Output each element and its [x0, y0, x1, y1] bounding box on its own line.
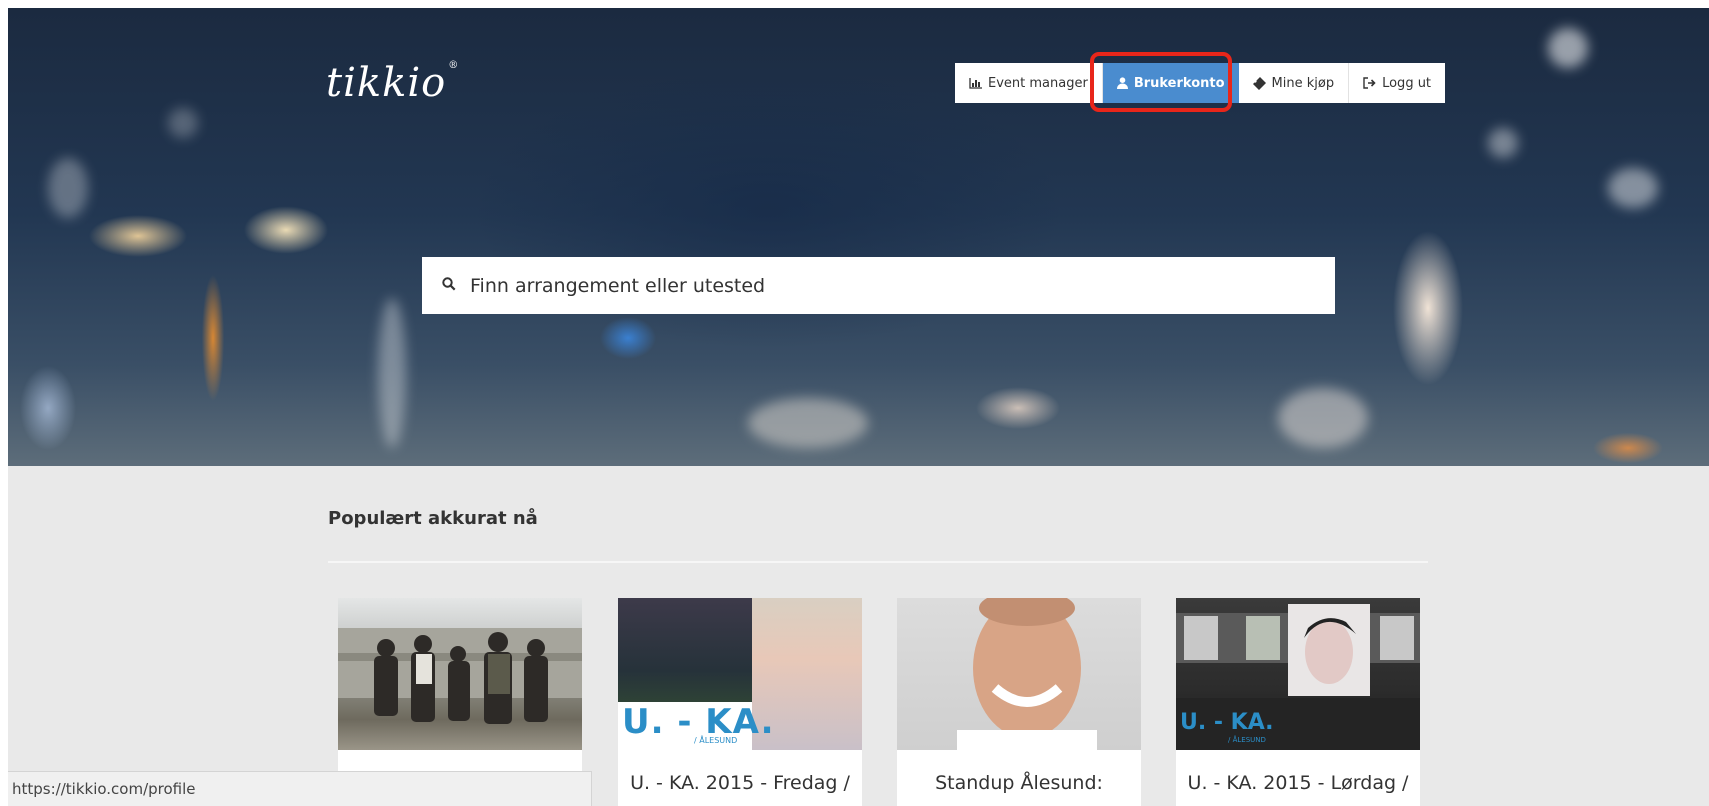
search-bar[interactable]	[422, 257, 1335, 314]
browser-viewport: tikkio ® Event manager Brukerkonto Mine k…	[8, 8, 1709, 806]
mine-kjop-button[interactable]: Mine kjøp	[1238, 63, 1350, 103]
event-card[interactable]: U. - KA. / ÅLESUND U. - KA. 2015 - Lørda…	[1176, 598, 1420, 806]
event-title: U. - KA. 2015 - Fredag /	[630, 772, 850, 794]
event-title: Standup Ålesund:	[935, 772, 1103, 794]
user-icon	[1116, 77, 1128, 89]
hero-banner: tikkio ® Event manager Brukerkonto Mine k…	[8, 8, 1709, 466]
bokeh-light	[168, 108, 198, 138]
event-manager-button[interactable]: Event manager	[955, 63, 1103, 103]
search-input[interactable]	[468, 273, 1322, 298]
logg-ut-label: Logg ut	[1382, 75, 1432, 91]
popular-section-title: Populært akkurat nå	[328, 508, 538, 529]
bokeh-light	[1488, 128, 1518, 158]
section-divider	[328, 561, 1428, 563]
bokeh-light	[1278, 388, 1368, 448]
event-card[interactable]: Standup Ålesund:	[897, 598, 1141, 806]
uka-badge: U. - KA.	[1180, 710, 1274, 735]
logout-icon	[1363, 77, 1376, 89]
bokeh-light	[748, 398, 868, 448]
browser-status-bar: https://tikkio.com/profile	[8, 771, 592, 806]
bokeh-light	[378, 298, 406, 448]
mine-kjop-label: Mine kjøp	[1271, 75, 1335, 91]
bokeh-light	[1608, 168, 1658, 208]
event-card[interactable]: U. - KA. / ÅLESUND U. - KA. 2015 - Freda…	[618, 598, 862, 806]
top-nav: Event manager Brukerkonto Mine kjøp Logg…	[955, 63, 1446, 103]
event-image-standup	[897, 598, 1141, 750]
brukerkonto-label: Brukerkonto	[1133, 75, 1225, 91]
event-image-uka-fredag: U. - KA. / ÅLESUND	[618, 598, 862, 750]
event-title: U. - KA. 2015 - Lørdag /	[1187, 772, 1409, 794]
search-icon	[442, 276, 456, 295]
bokeh-light	[48, 158, 88, 218]
event-image-uka-lordag: U. - KA. / ÅLESUND	[1176, 598, 1420, 750]
event-manager-label: Event manager	[988, 75, 1088, 91]
registered-mark: ®	[448, 60, 460, 71]
event-image-band	[338, 598, 582, 750]
logo-text: tikkio	[326, 60, 447, 106]
bar-chart-icon	[969, 77, 982, 89]
logg-ut-button[interactable]: Logg ut	[1349, 63, 1446, 103]
bokeh-light	[1548, 28, 1588, 68]
uka-badge-sub: / ÅLESUND	[694, 736, 738, 745]
tikkio-logo[interactable]: tikkio ®	[326, 60, 459, 106]
uka-badge-sub: / ÅLESUND	[1228, 736, 1266, 744]
ticket-icon	[1252, 76, 1266, 90]
band-photo	[618, 598, 752, 702]
brukerkonto-button[interactable]: Brukerkonto	[1102, 63, 1239, 103]
status-url: https://tikkio.com/profile	[12, 780, 196, 798]
